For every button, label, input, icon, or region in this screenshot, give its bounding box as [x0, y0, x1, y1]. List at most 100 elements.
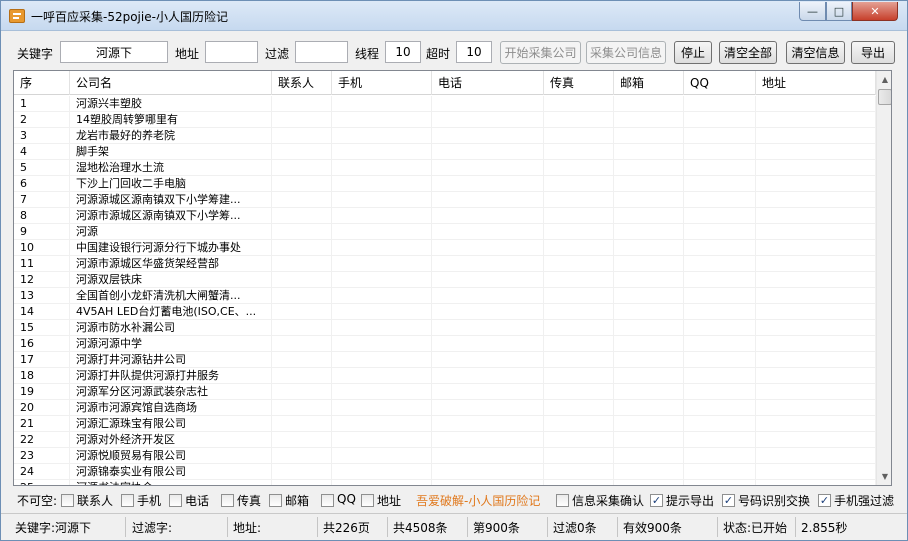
table-row[interactable]: 23 河源悦顺贸易有限公司 [14, 448, 876, 464]
table-cell [756, 448, 876, 464]
table-cell [684, 320, 756, 336]
email-required-checkbox[interactable] [269, 494, 282, 507]
column-header[interactable]: 传真 [544, 71, 614, 95]
vertical-scrollbar[interactable]: ▲ ▼ [876, 71, 891, 485]
table-row[interactable]: 13 全国首创小龙虾清洗机大闸蟹清... [14, 288, 876, 304]
collect-company-info-button[interactable]: 采集公司信息 [586, 41, 666, 64]
row-index-cell: 10 [14, 240, 70, 256]
table-cell [684, 208, 756, 224]
info-confirm-checkbox[interactable] [556, 494, 569, 507]
table-cell [332, 176, 432, 192]
stop-button[interactable]: 停止 [674, 41, 712, 64]
minimize-button[interactable]: — [799, 2, 826, 21]
prompt-export-checkbox[interactable]: ✓ [650, 494, 663, 507]
company-name-cell: 4V5AH LED台灯蓄电池(ISO,CE、... [70, 304, 272, 320]
phone-required-checkbox[interactable] [169, 494, 182, 507]
table-row[interactable]: 14 4V5AH LED台灯蓄电池(ISO,CE、... [14, 304, 876, 320]
clear-all-button[interactable]: 清空全部 [719, 41, 777, 64]
table-row[interactable]: 18 河源打井队提供河源打井服务 [14, 368, 876, 384]
start-collect-companies-button[interactable]: 开始采集公司 [500, 41, 581, 64]
scroll-thumb[interactable] [878, 89, 891, 105]
export-button[interactable]: 导出 [851, 41, 895, 64]
table-cell [432, 480, 544, 485]
table-cell [756, 128, 876, 144]
company-table[interactable]: 序公司名 联系人 手机 电话 传真 邮箱 QQ 地址 1 河源兴丰塑胶 2 14塑胶周转箩哪里有 3 龙… [13, 70, 892, 486]
status-elapsed: 2.855秒 [801, 521, 848, 535]
table-row[interactable]: 19 河源军分区河源武装杂志社 [14, 384, 876, 400]
scroll-down-icon[interactable]: ▼ [877, 468, 891, 485]
column-header[interactable]: 邮箱 [614, 71, 684, 95]
scroll-up-icon[interactable]: ▲ [877, 71, 891, 88]
table-row[interactable]: 1 河源兴丰塑胶 [14, 96, 876, 112]
address-required-checkbox[interactable] [361, 494, 374, 507]
table-cell [332, 304, 432, 320]
clear-info-button[interactable]: 清空信息 [786, 41, 845, 64]
table-row[interactable]: 3 龙岩市最好的养老院 [14, 128, 876, 144]
table-row[interactable]: 25河源书法家协会 [14, 480, 876, 485]
close-button[interactable]: ✕ [852, 2, 898, 21]
table-cell [684, 256, 756, 272]
table-row[interactable]: 16 河源河源中学 [14, 336, 876, 352]
column-header[interactable]: 地址 [756, 71, 876, 95]
table-row[interactable]: 20 河源市河源宾馆自选商场 [14, 400, 876, 416]
column-header[interactable]: 手机 [332, 71, 432, 95]
column-header[interactable]: 联系人 [272, 71, 332, 95]
status-divider [125, 517, 126, 537]
table-row[interactable]: 15 河源市防水补漏公司 [14, 320, 876, 336]
table-cell [544, 240, 614, 256]
table-row[interactable]: 7 河源源城区源南镇双下小学筹建... [14, 192, 876, 208]
table-cell [332, 448, 432, 464]
table-cell [332, 208, 432, 224]
table-row[interactable]: 24 河源锦泰实业有限公司 [14, 464, 876, 480]
table-cell [272, 272, 332, 288]
table-row[interactable]: 22 河源对外经济开发区 [14, 432, 876, 448]
table-row[interactable]: 6 下沙上门回收二手电脑 [14, 176, 876, 192]
table-cell [432, 464, 544, 480]
company-name-cell: 中国建设银行河源分行下城办事处 [70, 240, 272, 256]
fax-required-checkbox[interactable] [221, 494, 234, 507]
mobile-filter-checkbox[interactable]: ✓ [818, 494, 831, 507]
row-index-cell: 8 [14, 208, 70, 224]
table-row[interactable]: 17 河源打井河源钻井公司 [14, 352, 876, 368]
table-row[interactable]: 12 河源双层铁床 [14, 272, 876, 288]
company-name-cell: 河源 [70, 224, 272, 240]
table-row[interactable]: 5 湿地松治理水土流 [14, 160, 876, 176]
table-row[interactable]: 11 河源市源城区华盛货架经营部 [14, 256, 876, 272]
status-divider [227, 517, 228, 537]
column-header[interactable]: 电话 [432, 71, 544, 95]
column-header[interactable]: 序 [14, 71, 70, 95]
table-cell [614, 176, 684, 192]
table-cell [684, 176, 756, 192]
threads-input[interactable] [385, 41, 421, 63]
row-index-cell: 4 [14, 144, 70, 160]
row-index-cell: 2 [14, 112, 70, 128]
mobile-required-checkbox[interactable] [121, 494, 134, 507]
table-row[interactable]: 10 中国建设银行河源分行下城办事处 [14, 240, 876, 256]
table-cell [544, 288, 614, 304]
qq-required-checkbox[interactable] [321, 494, 334, 507]
timeout-input[interactable] [456, 41, 492, 63]
table-cell [332, 336, 432, 352]
filter-input[interactable] [295, 41, 348, 63]
number-swap-checkbox[interactable]: ✓ [722, 494, 735, 507]
company-name-cell: 河源河源中学 [70, 336, 272, 352]
table-row[interactable]: 4 脚手架 [14, 144, 876, 160]
table-row[interactable]: 8 河源市源城区源南镇双下小学筹... [14, 208, 876, 224]
table-cell [432, 240, 544, 256]
table-cell [614, 416, 684, 432]
contact-required-checkbox[interactable] [61, 494, 74, 507]
company-name-cell: 河源打井河源钻井公司 [70, 352, 272, 368]
table-row[interactable]: 21 河源汇源珠宝有限公司 [14, 416, 876, 432]
maximize-button[interactable]: □ [826, 2, 852, 21]
status-state: 状态:已开始 [723, 521, 788, 535]
column-header[interactable]: 公司名 [70, 71, 272, 95]
prompt-export-label: 提示导出 [666, 494, 715, 508]
table-cell [432, 448, 544, 464]
table-row[interactable]: 2 14塑胶周转箩哪里有 [14, 112, 876, 128]
table-cell [614, 320, 684, 336]
table-cell [544, 304, 614, 320]
keyword-input[interactable] [60, 41, 168, 63]
address-input[interactable] [205, 41, 258, 63]
table-row[interactable]: 9 河源 [14, 224, 876, 240]
column-header[interactable]: QQ [684, 71, 756, 95]
